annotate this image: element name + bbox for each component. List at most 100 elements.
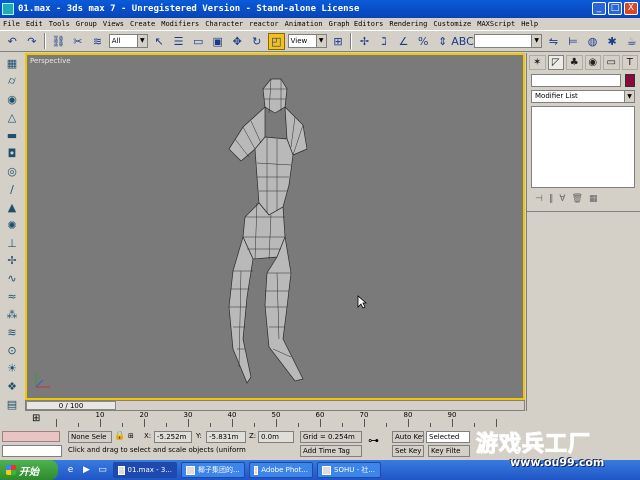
- spinner-snap-icon[interactable]: ⇕: [434, 33, 451, 50]
- menu-reactor[interactable]: reactor: [249, 20, 279, 28]
- lock-selection-icon[interactable]: 🔒: [114, 431, 126, 443]
- minimize-button[interactable]: _: [592, 2, 606, 15]
- taskbar-item-3dsmax[interactable]: 01.max - 3...: [113, 462, 177, 478]
- material-editor-icon[interactable]: ◍: [584, 33, 601, 50]
- key-filter-dropdown[interactable]: Selected: [426, 431, 470, 443]
- key-mode-icon[interactable]: ⊶: [368, 436, 388, 450]
- make-unique-icon[interactable]: ∀: [559, 194, 565, 204]
- menu-edit[interactable]: Edit: [26, 20, 43, 28]
- add-time-tag-button[interactable]: Add Time Tag: [300, 445, 362, 457]
- x-coordinate-field[interactable]: -5.252m: [154, 431, 192, 443]
- sphere-icon[interactable]: ◉: [3, 91, 21, 108]
- align-icon[interactable]: ⊨: [565, 33, 582, 50]
- start-button[interactable]: 开始: [0, 460, 58, 480]
- undo-icon[interactable]: ↶: [4, 33, 21, 50]
- bind-space-warp-icon[interactable]: ≋: [89, 33, 106, 50]
- viewport-label[interactable]: Perspective: [30, 57, 71, 65]
- space-warp-icon[interactable]: ≋: [3, 324, 21, 341]
- reactor-icon[interactable]: ❖: [3, 378, 21, 395]
- torus-icon[interactable]: ◎: [3, 163, 21, 180]
- taskbar-item-folder[interactable]: 椰子集团的...: [181, 462, 245, 478]
- menu-graph-editors[interactable]: Graph Editors: [329, 20, 384, 28]
- percent-snap-icon[interactable]: %: [415, 33, 432, 50]
- media-player-icon[interactable]: ▶: [80, 464, 93, 477]
- menu-customize[interactable]: Customize: [433, 20, 471, 28]
- show-end-result-icon[interactable]: ‖: [549, 194, 554, 204]
- modifier-list-dropdown[interactable]: Modifier List ▼: [531, 90, 635, 103]
- camera-icon[interactable]: ⊙: [3, 342, 21, 359]
- ie-icon[interactable]: e: [64, 464, 77, 477]
- taskbar-item-photoshop[interactable]: Adobe Phot...: [249, 462, 313, 478]
- timeline-ruler[interactable]: 10 20 30 40 50 60 70 80 90: [56, 411, 526, 428]
- object-color-swatch[interactable]: [625, 74, 635, 87]
- show-desktop-icon[interactable]: ▭: [96, 464, 109, 477]
- utilities-tab-icon[interactable]: T: [621, 55, 638, 70]
- named-selection-set-dropdown[interactable]: ▼: [473, 34, 543, 48]
- spline-icon[interactable]: ∿: [3, 270, 21, 287]
- pin-stack-icon[interactable]: ⊣: [535, 194, 543, 204]
- select-and-move-icon[interactable]: ✥: [229, 33, 246, 50]
- maxscript-input[interactable]: [2, 445, 62, 457]
- menu-maxscript[interactable]: MAXScript: [477, 20, 515, 28]
- angle-snap-icon[interactable]: ∠: [395, 33, 412, 50]
- auto-key-button[interactable]: Auto Key: [392, 431, 424, 443]
- pivot-center-icon[interactable]: ⊞: [330, 33, 347, 50]
- select-object-icon[interactable]: ↖: [151, 33, 168, 50]
- selection-filter-dropdown[interactable]: All ▼: [108, 34, 148, 48]
- modify-tab-icon[interactable]: ◸: [547, 55, 564, 70]
- cylinder-icon[interactable]: ⌭: [3, 73, 21, 90]
- absolute-mode-icon[interactable]: ⊞: [128, 431, 142, 443]
- render-scene-icon[interactable]: ✱: [604, 33, 621, 50]
- rectangular-selection-icon[interactable]: ▭: [190, 33, 207, 50]
- bone-icon[interactable]: ∕: [3, 181, 21, 198]
- window-crossing-icon[interactable]: ▣: [209, 33, 226, 50]
- track-bar-key-icon[interactable]: ⊞: [32, 413, 40, 424]
- point-helper-icon[interactable]: ✢: [3, 252, 21, 269]
- select-and-rotate-icon[interactable]: ↻: [249, 33, 266, 50]
- unlink-icon[interactable]: ✂: [70, 33, 87, 50]
- menu-views[interactable]: Views: [103, 20, 124, 28]
- light-icon[interactable]: ☀: [3, 360, 21, 377]
- menu-group[interactable]: Group: [76, 20, 97, 28]
- perspective-viewport[interactable]: Perspective: [25, 53, 525, 400]
- cone-icon[interactable]: △: [3, 109, 21, 126]
- menu-help[interactable]: Help: [521, 20, 538, 28]
- key-filters-button[interactable]: Key Filte: [428, 445, 470, 457]
- snaps-toggle-icon[interactable]: ℷ: [376, 33, 393, 50]
- select-and-scale-icon[interactable]: ◰: [268, 32, 285, 50]
- taskbar-item-browser[interactable]: SOHU - 社...: [317, 462, 381, 478]
- menu-file[interactable]: File: [3, 20, 20, 28]
- create-tab-icon[interactable]: ✶: [529, 55, 546, 70]
- dummy-helper-icon[interactable]: ⊥: [3, 235, 21, 252]
- display-tab-icon[interactable]: ▭: [603, 55, 620, 70]
- menu-modifiers[interactable]: Modifiers: [161, 20, 199, 28]
- reference-coordinate-dropdown[interactable]: View ▼: [287, 34, 327, 48]
- select-by-name-icon[interactable]: ☰: [170, 33, 187, 50]
- y-coordinate-field[interactable]: -5.831m: [206, 431, 246, 443]
- remove-modifier-icon[interactable]: 🗑: [572, 194, 583, 204]
- geosphere-icon[interactable]: ✺: [3, 217, 21, 234]
- close-button[interactable]: X: [624, 2, 638, 15]
- select-and-manipulate-icon[interactable]: ✢: [356, 33, 373, 50]
- menu-rendering[interactable]: Rendering: [389, 20, 427, 28]
- modifier-stack[interactable]: [531, 106, 635, 188]
- redo-icon[interactable]: ↷: [24, 33, 41, 50]
- maxscript-listener-mini[interactable]: [2, 431, 60, 442]
- text-shape-icon[interactable]: ≈: [3, 288, 21, 305]
- menu-character[interactable]: Character: [205, 20, 243, 28]
- select-and-link-icon[interactable]: ⛓: [50, 33, 67, 50]
- tube-icon[interactable]: ◘: [3, 145, 21, 162]
- object-name-field[interactable]: [531, 74, 621, 87]
- z-coordinate-field[interactable]: 0.0m: [258, 431, 294, 443]
- configure-sets-icon[interactable]: ▦: [589, 194, 598, 204]
- mesh-figure[interactable]: [207, 77, 347, 392]
- plane-icon[interactable]: ▬: [3, 127, 21, 144]
- mirror-icon[interactable]: ⇋: [545, 33, 562, 50]
- pyramid-icon[interactable]: ▲: [3, 199, 21, 216]
- time-slider[interactable]: 0 / 100: [25, 400, 525, 411]
- time-slider-thumb[interactable]: 0 / 100: [26, 401, 116, 410]
- hierarchy-tab-icon[interactable]: ♣: [566, 55, 583, 70]
- edit-named-selections-icon[interactable]: ABC: [451, 33, 474, 50]
- quick-render-icon[interactable]: ☕: [623, 33, 640, 50]
- set-key-button[interactable]: Set Key: [392, 445, 424, 457]
